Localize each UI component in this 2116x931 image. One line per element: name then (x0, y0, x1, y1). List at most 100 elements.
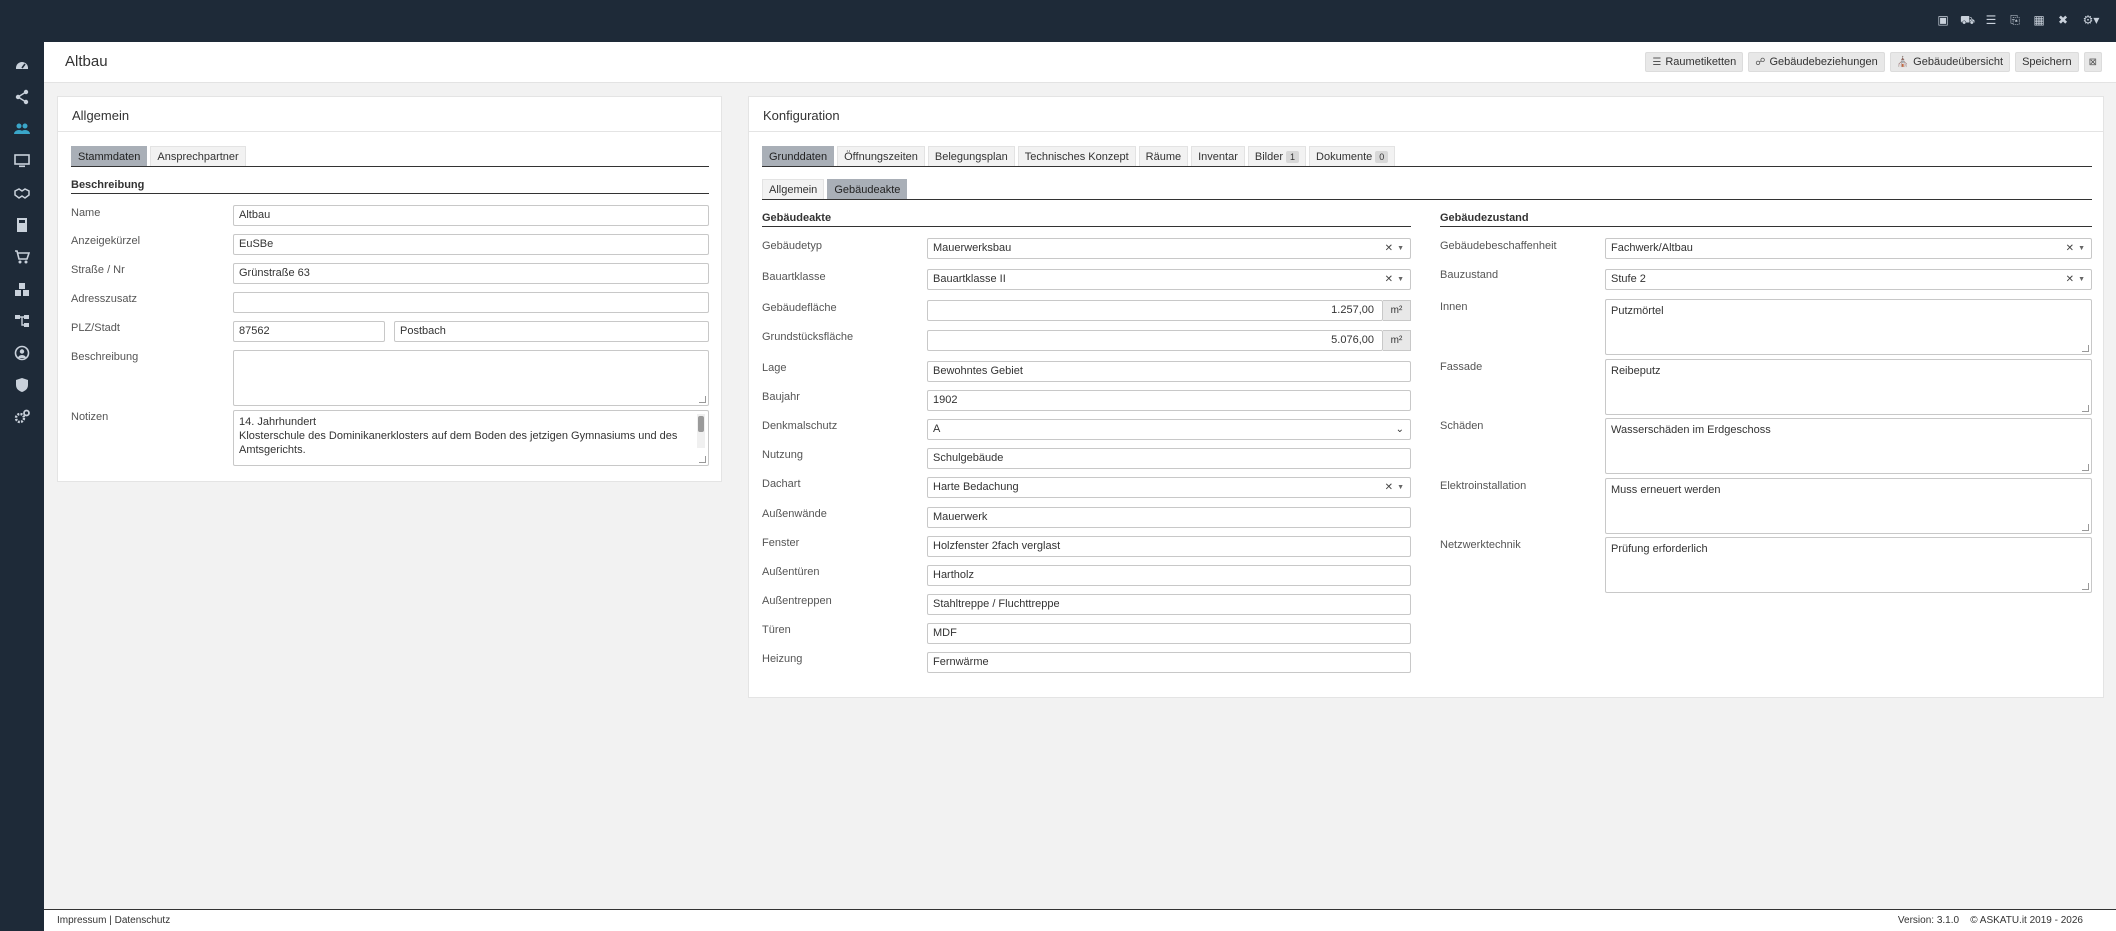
clear-icon[interactable]: ✕ (1385, 270, 1393, 289)
interior-textarea[interactable]: Putzmörtel (1605, 299, 2092, 355)
windows-field[interactable]: Holzfenster 2fach verglast (927, 536, 1411, 557)
usage-field[interactable]: Schulgebäude (927, 448, 1411, 469)
monument-protection-value: A (933, 423, 941, 435)
resize-handle[interactable] (2082, 524, 2089, 531)
location-field[interactable]: Bewohntes Gebiet (927, 361, 1411, 382)
clipboard-icon[interactable]: ⎘ (2008, 13, 2022, 27)
room-labels-button[interactable]: ☰ Raumetiketten (1645, 52, 1744, 72)
clear-icon[interactable]: ✕ (1385, 239, 1393, 258)
usage-label: Nutzung (762, 449, 803, 461)
tab-stammdaten[interactable]: Stammdaten (71, 146, 148, 166)
sidebar-item-cart[interactable] (0, 241, 44, 273)
footer-links[interactable]: Impressum | Datenschutz (57, 915, 170, 926)
tab-technisches-konzept[interactable]: Technisches Konzept (1017, 146, 1136, 166)
tab-dokumente[interactable]: Dokumente 0 (1309, 146, 1396, 166)
sidebar-item-contacts[interactable] (0, 337, 44, 369)
tab-bilder[interactable]: Bilder 1 (1247, 146, 1307, 166)
sidebar-item-dashboard[interactable] (0, 49, 44, 81)
exterior-walls-field[interactable]: Mauerwerk (927, 507, 1411, 528)
building-area-field[interactable]: 1.257,00 (927, 300, 1383, 321)
resize-handle[interactable] (699, 456, 706, 463)
exterior-stairs-label: Außentreppen (762, 595, 832, 607)
exterior-doors-label: Außentüren (762, 566, 820, 578)
street-field[interactable]: Grünstraße 63 (233, 263, 709, 284)
settings-menu-icon[interactable]: ⚙▾ (2080, 13, 2102, 27)
building-overview-button[interactable]: ⛪ Gebäudeübersicht (1889, 52, 2011, 72)
zip-field[interactable]: 87562 (233, 321, 385, 342)
sidebar-item-hierarchy[interactable] (0, 305, 44, 337)
address-extra-field[interactable] (233, 292, 709, 313)
boxes-icon (15, 283, 29, 296)
network-textarea[interactable]: Prüfung erforderlich (1605, 537, 2092, 593)
sidebar-item-users[interactable] (0, 113, 44, 145)
car-icon[interactable]: ⛟ (1960, 13, 1975, 27)
tab-raeume[interactable]: Räume (1138, 146, 1189, 166)
roof-type-select[interactable]: Harte Bedachung ✕ ▼ (927, 477, 1411, 498)
damage-label: Schäden (1440, 420, 1484, 432)
resize-handle[interactable] (2082, 405, 2089, 412)
facade-textarea[interactable]: Reibeputz (1605, 359, 2092, 415)
tab-belegungsplan[interactable]: Belegungsplan (927, 146, 1015, 166)
notes-scrollbar[interactable] (697, 414, 705, 448)
resize-handle[interactable] (2082, 583, 2089, 590)
sidebar-item-handshake[interactable] (0, 177, 44, 209)
save-label: Speichern (2022, 56, 2072, 68)
caret-down-icon: ▼ (2078, 245, 2085, 252)
tab-inventar[interactable]: Inventar (1191, 146, 1245, 166)
clear-icon[interactable]: ✕ (2066, 270, 2074, 289)
subtab-allgemein[interactable]: Allgemein (762, 179, 825, 199)
building-nature-label: Gebäudebeschaffenheit (1440, 240, 1557, 252)
monitor-icon (14, 154, 30, 168)
plot-area-field[interactable]: 5.076,00 (927, 330, 1383, 351)
section-divider (71, 193, 709, 194)
monument-protection-select[interactable]: A ⌄ (927, 419, 1411, 440)
list-icon[interactable]: ☰ (1984, 13, 1998, 27)
resize-handle[interactable] (2082, 345, 2089, 352)
tab-ansprechpartner[interactable]: Ansprechpartner (150, 146, 246, 166)
cart-icon (15, 250, 30, 264)
description-textarea[interactable] (233, 350, 709, 406)
damage-textarea[interactable]: Wasserschäden im Erdgeschoss (1605, 418, 2092, 474)
heating-field[interactable]: Fernwärme (927, 652, 1411, 673)
tab-oeffnungszeiten[interactable]: Öffnungszeiten (837, 146, 925, 166)
exterior-stairs-field[interactable]: Stahltreppe / Fluchttreppe (927, 594, 1411, 615)
construction-class-select[interactable]: Bauartklasse II ✕ ▼ (927, 269, 1411, 290)
calculator-icon[interactable]: ▦ (2032, 13, 2046, 27)
building-relations-button[interactable]: ☍ Gebäudebeziehungen (1748, 52, 1885, 72)
doors-field[interactable]: MDF (927, 623, 1411, 644)
city-field[interactable]: Postbach (394, 321, 709, 342)
building-overview-label: Gebäudeübersicht (1913, 56, 2004, 68)
construction-state-select[interactable]: Stufe 2 ✕ ▼ (1605, 269, 2092, 290)
buildings-icon: ⛪ (1896, 56, 1910, 68)
close-button[interactable]: ⊠ (2083, 52, 2102, 72)
sidebar-item-share[interactable] (0, 81, 44, 113)
clear-icon[interactable]: ✕ (2066, 239, 2074, 258)
save-button[interactable]: Speichern (2015, 52, 2079, 72)
name-field[interactable]: Altbau (233, 205, 709, 226)
notes-textarea[interactable]: 14. Jahrhundert Klosterschule des Domini… (233, 410, 709, 466)
building-file-title: Gebäudeakte (762, 212, 832, 224)
sidebar-item-monitor[interactable] (0, 145, 44, 177)
sidebar-item-inventory[interactable] (0, 273, 44, 305)
subtab-gebaeudeakte[interactable]: Gebäudeakte (827, 179, 908, 199)
tab-grunddaten[interactable]: Grunddaten (762, 146, 835, 166)
short-name-field[interactable]: EuSBe (233, 234, 709, 255)
clear-icon[interactable]: ✕ (1385, 478, 1393, 497)
calendar-icon[interactable]: ▣ (1936, 13, 1950, 27)
facade-label: Fassade (1440, 361, 1483, 373)
building-nature-select[interactable]: Fachwerk/Altbau ✕ ▼ (1605, 238, 2092, 259)
building-type-label: Gebäudetyp (762, 240, 822, 252)
sidebar-item-calculator[interactable] (0, 209, 44, 241)
resize-handle[interactable] (699, 396, 706, 403)
tools-icon[interactable]: ✖ (2056, 13, 2070, 27)
location-label: Lage (762, 362, 787, 374)
build-year-field[interactable]: 1902 (927, 390, 1411, 411)
building-area-label: Gebäudefläche (762, 302, 837, 314)
exterior-doors-field[interactable]: Hartholz (927, 565, 1411, 586)
building-type-value: Mauerwerksbau (933, 242, 1012, 254)
sidebar-item-security[interactable] (0, 369, 44, 401)
electrical-textarea[interactable]: Muss erneuert werden (1605, 478, 2092, 534)
sidebar-item-settings[interactable] (0, 401, 44, 433)
resize-handle[interactable] (2082, 464, 2089, 471)
building-type-select[interactable]: Mauerwerksbau ✕ ▼ (927, 238, 1411, 259)
